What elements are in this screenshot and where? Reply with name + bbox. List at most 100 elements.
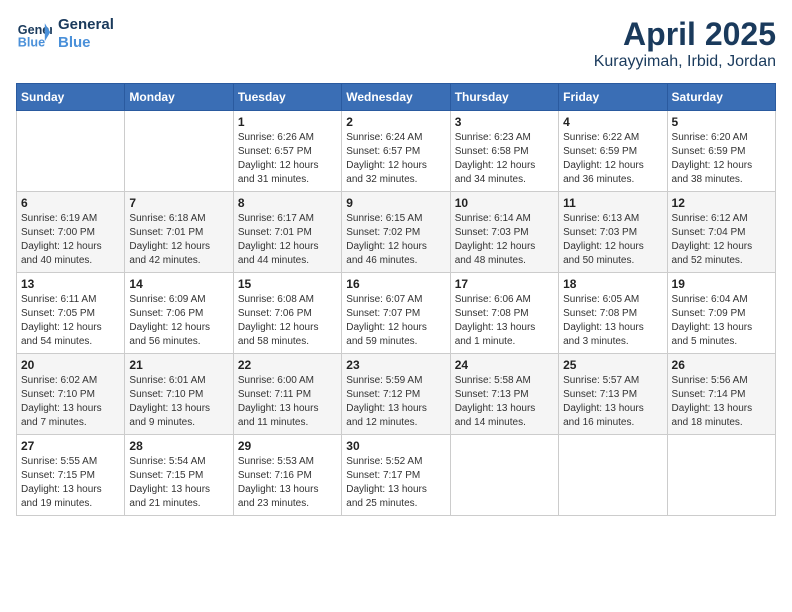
header: General Blue General Blue April 2025 Kur… (16, 16, 776, 71)
calendar-week-row: 6Sunrise: 6:19 AM Sunset: 7:00 PM Daylig… (17, 192, 776, 273)
day-number: 5 (672, 115, 771, 129)
calendar-cell: 30 Sunrise: 5:52 AM Sunset: 7:17 PM Dayli… (342, 435, 450, 516)
day-number: 23 (346, 358, 445, 372)
day-detail: Sunrise: 6:19 AM Sunset: 7:00 PM Dayligh… (21, 212, 120, 268)
calendar-cell: 27Sunrise: 5:55 AM Sunset: 7:15 PM Dayli… (17, 435, 125, 516)
weekday-header: Friday (559, 84, 667, 111)
logo-icon: General Blue (16, 16, 52, 52)
calendar-cell: 3 Sunrise: 6:23 AM Sunset: 6:58 PM Daylig… (450, 111, 558, 192)
day-detail: Sunrise: 6:13 AM Sunset: 7:03 PM Dayligh… (563, 212, 662, 268)
day-detail: Sunrise: 6:05 AM Sunset: 7:08 PM Dayligh… (563, 293, 662, 349)
calendar-cell: 12Sunrise: 6:12 AM Sunset: 7:04 PM Dayli… (667, 192, 775, 273)
day-detail: Sunrise: 6:02 AM Sunset: 7:10 PM Dayligh… (21, 374, 120, 430)
logo-line2: Blue (58, 34, 114, 52)
day-detail: Sunrise: 6:22 AM Sunset: 6:59 PM Dayligh… (563, 131, 662, 187)
calendar-cell: 28 Sunrise: 5:54 AM Sunset: 7:15 PM Dayli… (125, 435, 233, 516)
day-number: 9 (346, 196, 445, 210)
day-detail: Sunrise: 6:01 AM Sunset: 7:10 PM Dayligh… (129, 374, 228, 430)
day-detail: Sunrise: 6:24 AM Sunset: 6:57 PM Dayligh… (346, 131, 445, 187)
day-number: 26 (672, 358, 771, 372)
calendar-cell: 18 Sunrise: 6:05 AM Sunset: 7:08 PM Dayli… (559, 273, 667, 354)
weekday-header: Saturday (667, 84, 775, 111)
weekday-header: Monday (125, 84, 233, 111)
day-detail: Sunrise: 6:14 AM Sunset: 7:03 PM Dayligh… (455, 212, 554, 268)
calendar-cell: 19Sunrise: 6:04 AM Sunset: 7:09 PM Dayli… (667, 273, 775, 354)
day-detail: Sunrise: 5:53 AM Sunset: 7:16 PM Dayligh… (238, 455, 337, 511)
calendar-cell (450, 435, 558, 516)
day-number: 18 (563, 277, 662, 291)
day-number: 11 (563, 196, 662, 210)
calendar-cell: 17Sunrise: 6:06 AM Sunset: 7:08 PM Dayli… (450, 273, 558, 354)
day-number: 29 (238, 439, 337, 453)
calendar-cell: 24 Sunrise: 5:58 AM Sunset: 7:13 PM Dayli… (450, 354, 558, 435)
calendar-body: 1Sunrise: 6:26 AM Sunset: 6:57 PM Daylig… (17, 111, 776, 516)
day-detail: Sunrise: 5:58 AM Sunset: 7:13 PM Dayligh… (455, 374, 554, 430)
weekday-row: SundayMondayTuesdayWednesdayThursdayFrid… (17, 84, 776, 111)
day-number: 12 (672, 196, 771, 210)
calendar-cell: 20Sunrise: 6:02 AM Sunset: 7:10 PM Dayli… (17, 354, 125, 435)
calendar-cell: 8Sunrise: 6:17 AM Sunset: 7:01 PM Daylig… (233, 192, 341, 273)
day-detail: Sunrise: 6:15 AM Sunset: 7:02 PM Dayligh… (346, 212, 445, 268)
day-detail: Sunrise: 5:57 AM Sunset: 7:13 PM Dayligh… (563, 374, 662, 430)
calendar-week-row: 27Sunrise: 5:55 AM Sunset: 7:15 PM Dayli… (17, 435, 776, 516)
day-number: 30 (346, 439, 445, 453)
day-number: 1 (238, 115, 337, 129)
calendar-cell (667, 435, 775, 516)
calendar-header: SundayMondayTuesdayWednesdayThursdayFrid… (17, 84, 776, 111)
day-number: 2 (346, 115, 445, 129)
calendar-week-row: 13 Sunrise: 6:11 AM Sunset: 7:05 PM Dayli… (17, 273, 776, 354)
day-detail: Sunrise: 5:56 AM Sunset: 7:14 PM Dayligh… (672, 374, 771, 430)
logo-line1: General (58, 16, 114, 34)
calendar-cell: 6Sunrise: 6:19 AM Sunset: 7:00 PM Daylig… (17, 192, 125, 273)
calendar-cell (559, 435, 667, 516)
calendar-cell: 23 Sunrise: 5:59 AM Sunset: 7:12 PM Dayli… (342, 354, 450, 435)
day-detail: Sunrise: 6:00 AM Sunset: 7:11 PM Dayligh… (238, 374, 337, 430)
day-detail: Sunrise: 6:17 AM Sunset: 7:01 PM Dayligh… (238, 212, 337, 268)
calendar-cell: 9 Sunrise: 6:15 AM Sunset: 7:02 PM Daylig… (342, 192, 450, 273)
svg-text:Blue: Blue (18, 36, 45, 50)
day-detail: Sunrise: 5:59 AM Sunset: 7:12 PM Dayligh… (346, 374, 445, 430)
day-detail: Sunrise: 5:54 AM Sunset: 7:15 PM Dayligh… (129, 455, 228, 511)
day-detail: Sunrise: 5:52 AM Sunset: 7:17 PM Dayligh… (346, 455, 445, 511)
calendar-cell: 26 Sunrise: 5:56 AM Sunset: 7:14 PM Dayli… (667, 354, 775, 435)
location-title: Kurayyimah, Irbid, Jordan (594, 53, 776, 71)
day-number: 24 (455, 358, 554, 372)
calendar-cell: 15 Sunrise: 6:08 AM Sunset: 7:06 PM Dayli… (233, 273, 341, 354)
calendar-cell: 21 Sunrise: 6:01 AM Sunset: 7:10 PM Dayli… (125, 354, 233, 435)
day-number: 10 (455, 196, 554, 210)
weekday-header: Sunday (17, 84, 125, 111)
day-number: 13 (21, 277, 120, 291)
day-detail: Sunrise: 6:20 AM Sunset: 6:59 PM Dayligh… (672, 131, 771, 187)
title-area: April 2025 Kurayyimah, Irbid, Jordan (594, 16, 776, 71)
calendar-cell: 4Sunrise: 6:22 AM Sunset: 6:59 PM Daylig… (559, 111, 667, 192)
day-number: 17 (455, 277, 554, 291)
calendar-cell: 11 Sunrise: 6:13 AM Sunset: 7:03 PM Dayli… (559, 192, 667, 273)
calendar-cell: 13 Sunrise: 6:11 AM Sunset: 7:05 PM Dayli… (17, 273, 125, 354)
weekday-header: Thursday (450, 84, 558, 111)
calendar-cell: 5 Sunrise: 6:20 AM Sunset: 6:59 PM Daylig… (667, 111, 775, 192)
calendar-table: SundayMondayTuesdayWednesdayThursdayFrid… (16, 83, 776, 516)
day-number: 14 (129, 277, 228, 291)
day-detail: Sunrise: 6:11 AM Sunset: 7:05 PM Dayligh… (21, 293, 120, 349)
month-title: April 2025 (594, 16, 776, 53)
day-detail: Sunrise: 6:18 AM Sunset: 7:01 PM Dayligh… (129, 212, 228, 268)
calendar-cell: 1Sunrise: 6:26 AM Sunset: 6:57 PM Daylig… (233, 111, 341, 192)
day-number: 15 (238, 277, 337, 291)
day-number: 27 (21, 439, 120, 453)
calendar-cell: 22Sunrise: 6:00 AM Sunset: 7:11 PM Dayli… (233, 354, 341, 435)
calendar-cell (125, 111, 233, 192)
day-number: 16 (346, 277, 445, 291)
day-number: 3 (455, 115, 554, 129)
day-number: 7 (129, 196, 228, 210)
day-detail: Sunrise: 6:07 AM Sunset: 7:07 PM Dayligh… (346, 293, 445, 349)
day-detail: Sunrise: 6:23 AM Sunset: 6:58 PM Dayligh… (455, 131, 554, 187)
day-detail: Sunrise: 6:08 AM Sunset: 7:06 PM Dayligh… (238, 293, 337, 349)
logo: General Blue General Blue (16, 16, 114, 52)
calendar-week-row: 20Sunrise: 6:02 AM Sunset: 7:10 PM Dayli… (17, 354, 776, 435)
calendar-cell: 25Sunrise: 5:57 AM Sunset: 7:13 PM Dayli… (559, 354, 667, 435)
calendar-cell (17, 111, 125, 192)
day-number: 21 (129, 358, 228, 372)
calendar-cell: 16 Sunrise: 6:07 AM Sunset: 7:07 PM Dayli… (342, 273, 450, 354)
calendar-cell: 2 Sunrise: 6:24 AM Sunset: 6:57 PM Daylig… (342, 111, 450, 192)
day-number: 28 (129, 439, 228, 453)
